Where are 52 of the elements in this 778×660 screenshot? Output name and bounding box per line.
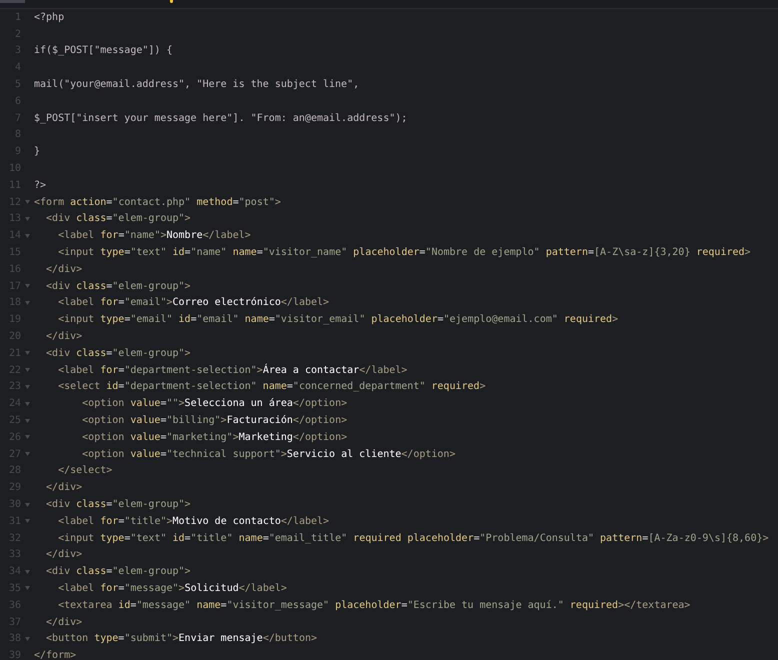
code-line: <input type="email" id="email" name="visitor_email" placeholder="ejemplo@email.com" required> [57,314,618,326]
code-line: <div class="elem-group"> [45,213,191,224]
fold-caret-icon[interactable] [25,418,30,423]
code-line: <option value="">Selecciona un área</option> [81,398,348,410]
code-line: </div> [45,264,82,275]
fold-caret-icon[interactable] [25,636,30,641]
fold-caret-icon[interactable] [25,368,30,372]
code-line: <select id="department-selection" name="concerned_department" required> [57,381,486,392]
fold-caret-icon[interactable] [25,384,30,389]
code-line: $_POST["insert your message here"]. "From: an@email.address"); [34,112,408,124]
code-line: <form action="contact.php" method="post"> [34,196,281,208]
code-line: ?> [34,180,46,191]
fold-caret-icon[interactable] [25,234,30,238]
fold-caret-icon[interactable] [25,402,30,406]
fold-caret-icon[interactable] [25,502,30,506]
fold-caret-icon[interactable] [25,284,30,288]
code-line: </form> [34,650,76,660]
code-line: </div> [45,482,82,494]
code-line: <div class="elem-group"> [45,280,191,292]
code-line: <input type="text" id="title" name="email_title" required placeholder="Problema/Consulta" pattern=[A-Za-z0-9\s]{8,60}> [57,532,769,544]
code-line: </select> [57,465,112,476]
code-line: <label for="name">Nombre</label> [57,230,251,242]
code-line: <label for="message">Solicitud</label> [57,582,287,594]
code-line: <div class="elem-group"> [45,348,191,359]
code-line: <button type="submit">Enviar mensaje</button> [45,633,318,644]
code-line: <label for="department-selection">Área a contactar</label> [57,364,408,376]
fold-caret-icon[interactable] [25,216,30,221]
fold-caret-icon[interactable] [25,452,30,456]
code-line: <option value="marketing">Marketing</option> [81,432,348,443]
code-line: <div class="elem-group"> [45,499,191,510]
code-line: </div> [45,616,82,628]
code-line: mail("your@email.address", "Here is the subject line", [34,79,360,90]
code-line: <?php [34,12,64,23]
toolbar-button[interactable] [170,0,173,3]
code-line: <label for="email">Correo electrónico</label> [57,297,330,308]
fold-caret-icon[interactable] [25,586,30,590]
fold-caret-icon[interactable] [25,200,30,204]
code-line: </div> [45,549,82,560]
fold-caret-icon[interactable] [25,519,30,524]
code-line: } [34,146,40,158]
code-line: <div class="elem-group"> [45,566,191,578]
code-line: </div> [45,331,82,342]
fold-caret-icon[interactable] [25,435,30,440]
code-line: <label for="title">Motivo de contacto</label> [57,516,330,527]
code-line: <input type="text" id="name" name="visitor_name" placeholder="Nombre de ejemplo" pattern=[A-Z\sa-z]{3,20} required> [57,247,751,258]
code-line: if($_POST["message"]) { [34,45,172,56]
code-line: <textarea id="message" name="visitor_message" placeholder="Escribe tu mensaje aquí." required></textarea> [57,600,690,611]
code-line: <option value="technical support">Servicio al cliente</option> [81,448,456,460]
fold-caret-icon[interactable] [25,351,30,356]
fold-caret-icon[interactable] [25,570,30,574]
code-line: <option value="billing">Facturación</option> [81,415,348,426]
fold-caret-icon[interactable] [25,300,30,305]
